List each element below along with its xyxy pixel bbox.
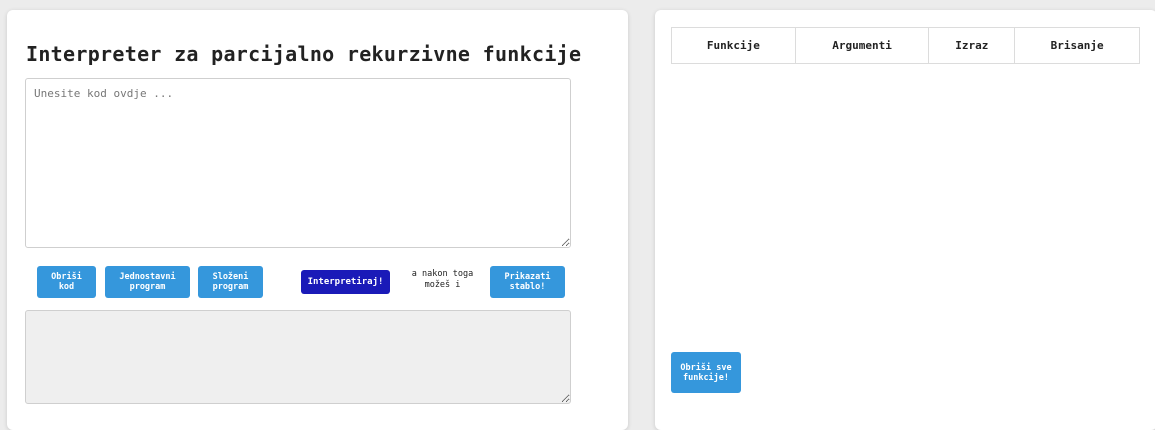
interpret-button[interactable]: Interpretiraj! xyxy=(301,270,390,294)
clear-code-button[interactable]: Obriši kod xyxy=(37,266,96,298)
column-header-arguments: Argumenti xyxy=(794,27,930,64)
hint-text: a nakon toga možeš i xyxy=(411,269,474,290)
functions-panel: Funkcije Argumenti Izraz Brisanje Obriši… xyxy=(655,10,1155,430)
column-header-functions: Funkcije xyxy=(671,27,796,64)
column-header-expression: Izraz xyxy=(928,27,1016,64)
complex-program-button[interactable]: Složeni program xyxy=(198,266,263,298)
table-header-row: Funkcije Argumenti Izraz Brisanje xyxy=(671,27,1140,64)
code-input[interactable] xyxy=(25,78,571,248)
output-area[interactable] xyxy=(25,310,571,404)
page-title: Interpreter za parcijalno rekurzivne fun… xyxy=(26,42,582,66)
column-header-delete: Brisanje xyxy=(1014,27,1140,64)
simple-program-button[interactable]: Jednostavni program xyxy=(105,266,190,298)
show-tree-button[interactable]: Prikazati stablo! xyxy=(490,266,565,298)
functions-table: Funkcije Argumenti Izraz Brisanje xyxy=(671,27,1140,64)
delete-all-functions-button[interactable]: Obriši sve funkcije! xyxy=(671,352,741,393)
interpreter-panel: Interpreter za parcijalno rekurzivne fun… xyxy=(7,10,628,430)
